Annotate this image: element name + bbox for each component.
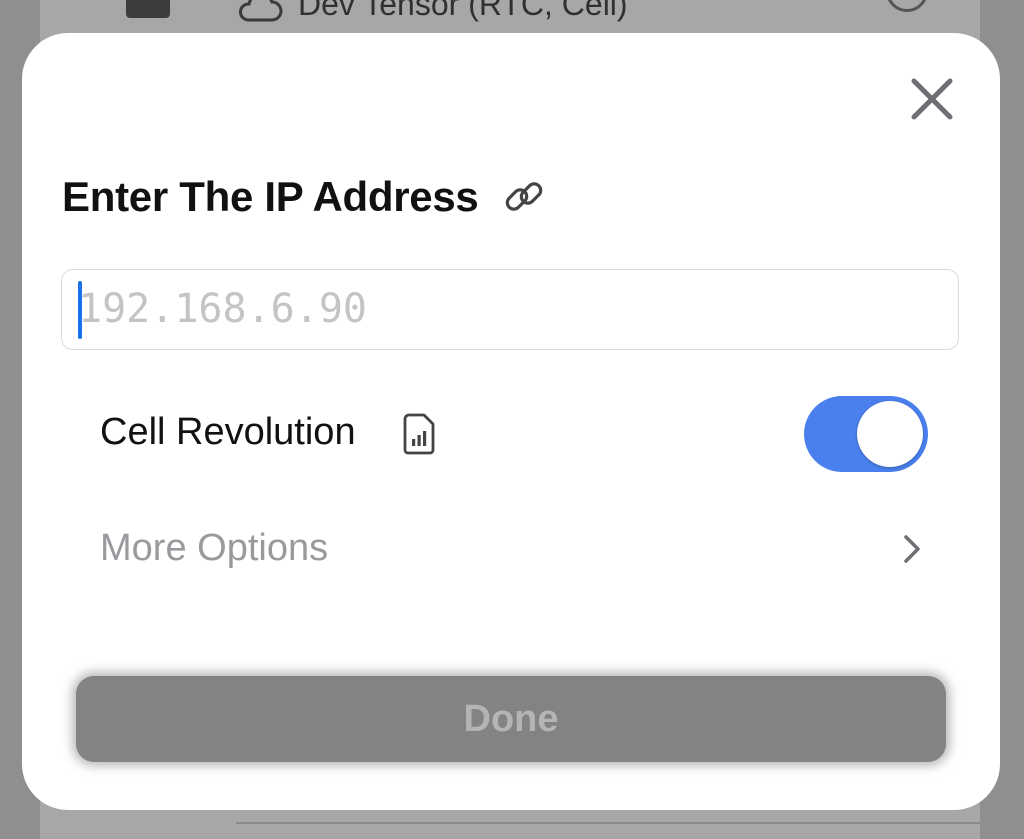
chevron-right-icon [904, 535, 920, 563]
done-button[interactable]: Done [76, 676, 946, 762]
background-device-row: Dev Tensor (RTC, Cell) [0, 0, 1024, 30]
done-button-label: Done [463, 697, 559, 740]
close-icon[interactable] [908, 75, 956, 123]
text-caret [78, 281, 82, 339]
more-options-label: More Options [100, 527, 329, 569]
background-row-title: Dev Tensor (RTC, Cell) [298, 0, 628, 22]
dialog-title: Enter The IP Address [62, 173, 479, 220]
toggle-knob [857, 401, 923, 467]
sim-card-icon [403, 413, 435, 455]
cell-revolution-row: Cell Revolution [100, 396, 928, 472]
info-icon [886, 0, 928, 12]
background-divider [236, 822, 980, 824]
ip-address-dialog: Enter The IP Address Cell Revolution Mor… [22, 33, 1000, 810]
background-checkbox [126, 0, 170, 18]
ip-address-field [61, 269, 959, 350]
more-options-row[interactable]: More Options [100, 519, 928, 579]
cell-revolution-label: Cell Revolution [100, 411, 356, 453]
cloud-icon [239, 0, 283, 22]
ip-address-input[interactable] [78, 270, 938, 348]
link-icon [506, 182, 543, 211]
cell-revolution-toggle[interactable] [804, 396, 928, 472]
title-row: Enter The IP Address [62, 169, 546, 225]
